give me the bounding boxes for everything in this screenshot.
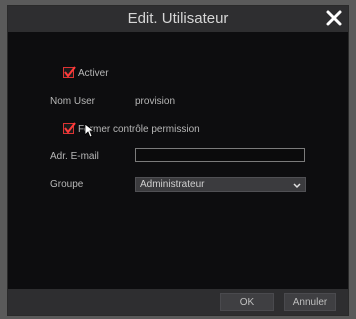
group-label: Groupe	[50, 179, 84, 190]
group-select-value: Administrateur	[140, 179, 205, 190]
close-icon[interactable]	[324, 8, 344, 28]
email-label: Adr. E-mail	[50, 151, 99, 162]
group-select[interactable]: Administrateur	[135, 177, 306, 192]
cancel-button[interactable]: Annuler	[284, 293, 336, 311]
ok-button[interactable]: OK	[220, 293, 274, 311]
dialog-titlebar: Edit. Utilisateur	[8, 6, 348, 32]
username-label: Nom User	[50, 96, 96, 107]
checkmark-icon	[64, 66, 76, 78]
chevron-down-icon	[293, 181, 301, 192]
enable-checkbox[interactable]	[63, 66, 76, 78]
permission-label: Fermer contrôle permission	[78, 124, 200, 135]
dialog-title: Edit. Utilisateur	[127, 10, 229, 27]
checkmark-icon	[64, 122, 76, 134]
mouse-pointer-icon	[84, 123, 96, 143]
dialog-footer: OK Annuler	[8, 289, 348, 315]
username-value: provision	[135, 96, 176, 107]
edit-user-dialog: Edit. Utilisateur Activer Nom User provi…	[7, 5, 349, 316]
email-field[interactable]	[135, 148, 305, 162]
permission-checkbox[interactable]	[63, 122, 76, 134]
enable-label: Activer	[78, 68, 109, 79]
